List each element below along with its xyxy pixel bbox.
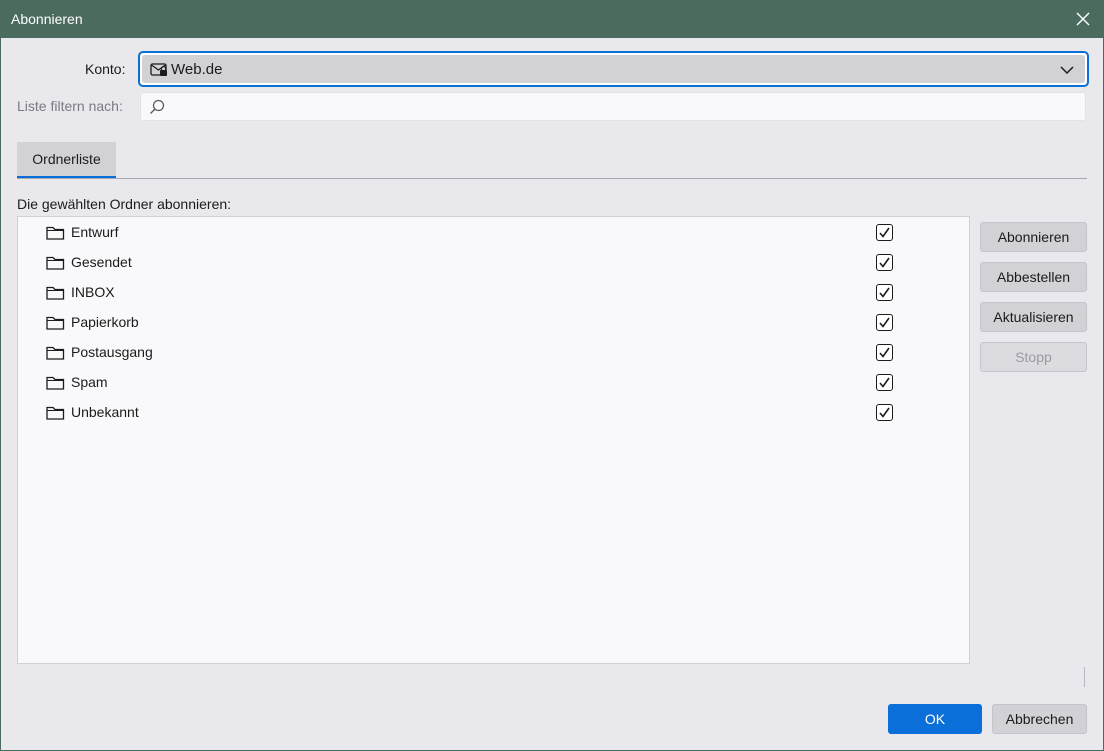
close-icon[interactable] — [1073, 9, 1093, 29]
folder-name: Postausgang — [71, 344, 153, 360]
subscribe-checkbox[interactable] — [876, 254, 893, 271]
account-select-box[interactable]: Web.de — [142, 55, 1085, 83]
folder-name: Entwurf — [71, 224, 119, 240]
folder-row[interactable]: Postausgang — [18, 337, 969, 367]
filter-input[interactable] — [171, 96, 1071, 118]
subscribe-button[interactable]: Abonnieren — [980, 222, 1087, 252]
resize-grip[interactable] — [1084, 667, 1085, 687]
subscribe-checkbox[interactable] — [876, 344, 893, 361]
folder-name: Unbekannt — [71, 404, 139, 420]
refresh-button[interactable]: Aktualisieren — [980, 302, 1087, 332]
folder-icon — [46, 315, 65, 331]
folder-list-heading: Die gewählten Ordner abonnieren: — [17, 196, 232, 212]
folder-icon — [46, 345, 65, 361]
account-label: Konto: — [85, 61, 125, 77]
folder-icon — [46, 285, 65, 301]
account-select[interactable]: Web.de — [138, 51, 1089, 87]
folder-row[interactable]: Entwurf — [18, 217, 969, 247]
folder-name: Papierkorb — [71, 314, 139, 330]
tab-divider — [17, 178, 1087, 179]
subscribe-checkbox[interactable] — [876, 224, 893, 241]
window-title: Abonnieren — [11, 11, 83, 27]
folder-icon — [46, 375, 65, 391]
folder-name: Gesendet — [71, 254, 132, 270]
mail-account-icon — [150, 62, 168, 78]
folder-icon — [46, 405, 65, 421]
subscribe-dialog: Abonnieren Konto: Web.de Liste filtern n… — [0, 0, 1104, 751]
cancel-button[interactable]: Abbrechen — [992, 704, 1087, 734]
folder-icon — [46, 225, 65, 241]
folder-row[interactable]: Unbekannt — [18, 397, 969, 427]
chevron-down-icon — [1059, 63, 1075, 75]
folder-row[interactable]: Spam — [18, 367, 969, 397]
folder-row[interactable]: INBOX — [18, 277, 969, 307]
account-selected-value: Web.de — [171, 61, 223, 78]
subscribe-checkbox[interactable] — [876, 404, 893, 421]
filter-field[interactable] — [140, 92, 1086, 121]
unsubscribe-button[interactable]: Abbestellen — [980, 262, 1087, 292]
subscribe-checkbox[interactable] — [876, 374, 893, 391]
folder-row[interactable]: Papierkorb — [18, 307, 969, 337]
subscribe-checkbox[interactable] — [876, 314, 893, 331]
subscribe-checkbox[interactable] — [876, 284, 893, 301]
search-icon — [149, 99, 165, 115]
folder-icon — [46, 255, 65, 271]
folder-row[interactable]: Gesendet — [18, 247, 969, 277]
folder-name: INBOX — [71, 284, 115, 300]
stop-button[interactable]: Stopp — [980, 342, 1087, 372]
filter-label: Liste filtern nach: — [17, 98, 123, 114]
title-bar: Abonnieren — [1, 1, 1103, 38]
tab-folder-list[interactable]: Ordnerliste — [17, 142, 116, 179]
folder-name: Spam — [71, 374, 108, 390]
folder-list[interactable]: Entwurf Gesendet INBOX Papierkorb Postau… — [17, 216, 970, 664]
ok-button[interactable]: OK — [888, 704, 982, 734]
account-label-text: Konto: — [85, 61, 126, 77]
